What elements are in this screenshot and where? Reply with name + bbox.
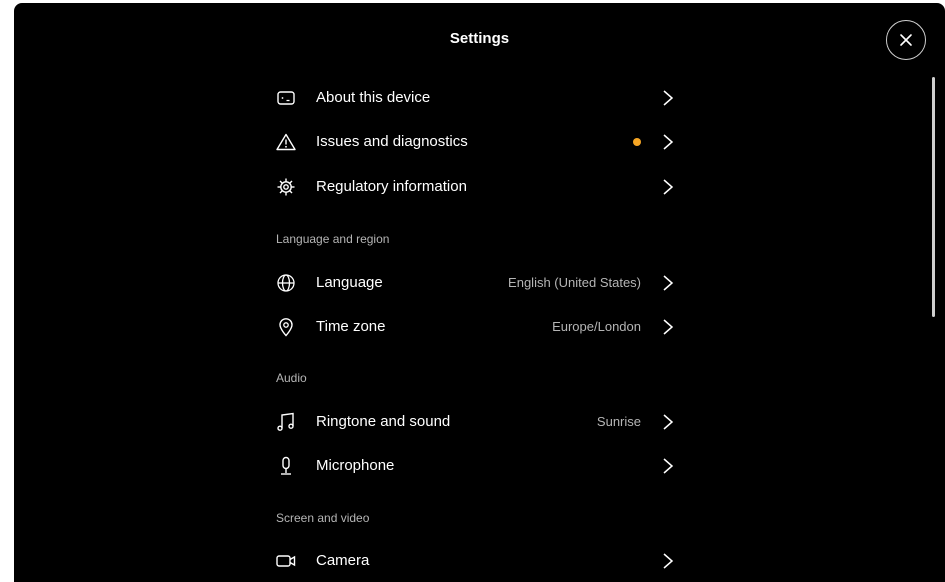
chevron-right-icon (662, 178, 674, 196)
chevron-right-icon (662, 274, 674, 292)
chevron-right-icon (662, 133, 674, 151)
issues-and-diagnostics-label: Issues and diagnostics (316, 133, 468, 150)
time-zone-row[interactable]: Time zone Europe/London (276, 307, 686, 347)
language-label: Language (316, 274, 383, 291)
camera-row[interactable]: Camera (276, 541, 686, 581)
regulatory-information-label: Regulatory information (316, 178, 467, 195)
time-zone-value: Europe/London (552, 319, 641, 334)
chevron-right-icon (662, 318, 674, 336)
warning-icon (276, 132, 296, 152)
microphone-label: Microphone (316, 457, 395, 474)
location-pin-icon (276, 317, 296, 337)
issues-and-diagnostics-row[interactable]: Issues and diagnostics (276, 122, 686, 162)
globe-icon (276, 273, 296, 293)
ringtone-and-sound-label: Ringtone and sound (316, 413, 451, 430)
ringtone-and-sound-row[interactable]: Ringtone and sound Sunrise (276, 402, 686, 442)
chevron-right-icon (662, 457, 674, 475)
microphone-row[interactable]: Microphone (276, 446, 686, 486)
gear-icon (276, 177, 296, 197)
section-header-screen-video: Screen and video (276, 511, 370, 525)
section-header-audio: Audio (276, 371, 307, 385)
microphone-icon (276, 456, 296, 476)
time-zone-label: Time zone (316, 318, 386, 335)
close-button[interactable] (886, 20, 926, 60)
camera-label: Camera (316, 552, 370, 569)
scrollbar[interactable] (932, 77, 935, 317)
chevron-right-icon (662, 552, 674, 570)
close-icon (899, 33, 913, 47)
ringtone-value: Sunrise (596, 414, 641, 429)
about-this-device-row[interactable]: About this device (276, 78, 686, 118)
chevron-right-icon (662, 89, 674, 107)
regulatory-information-row[interactable]: Regulatory information (276, 167, 686, 207)
language-value: English (United States) (508, 275, 641, 290)
music-note-icon (276, 412, 296, 432)
device-icon (276, 88, 296, 108)
section-header-language-region: Language and region (276, 232, 390, 246)
chevron-right-icon (662, 413, 674, 431)
about-this-device-label: About this device (316, 89, 431, 106)
status-dot (633, 138, 641, 146)
settings-panel: Settings About this device Issues and di… (14, 3, 945, 582)
camera-icon (276, 551, 296, 571)
page-title: Settings (449, 30, 510, 47)
language-row[interactable]: Language English (United States) (276, 263, 686, 303)
